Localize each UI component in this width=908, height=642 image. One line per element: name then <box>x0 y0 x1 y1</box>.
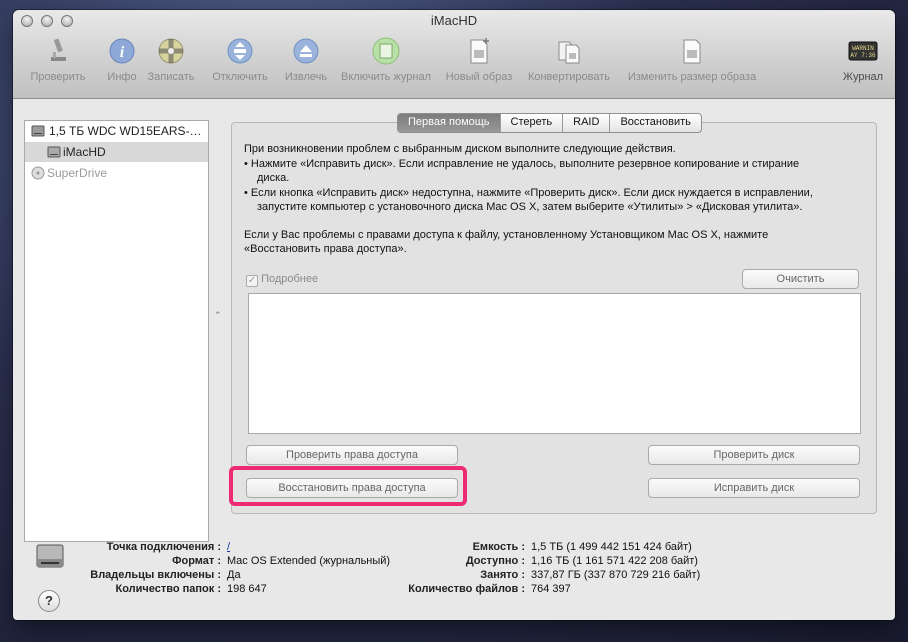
info-files-label: Количество файлов : <box>408 583 525 595</box>
toolbar-enable-journaling-button[interactable]: Включить журнал <box>338 36 434 88</box>
info-owners-label: Владельцы включены : <box>90 569 221 581</box>
permissions-hint-1: Если у Вас проблемы с правами доступа к … <box>244 229 769 241</box>
info-capacity-label: Емкость : <box>472 541 525 553</box>
clear-log-button[interactable]: Очистить <box>742 269 859 289</box>
toolbar-burn-button[interactable]: Записать <box>143 36 199 88</box>
window-title: iMacHD <box>430 13 478 28</box>
info-files-value: 764 397 <box>531 583 571 595</box>
log-output-area[interactable] <box>248 293 861 434</box>
svg-text:i: i <box>120 44 125 61</box>
info-mount-point-value[interactable]: / <box>227 540 230 554</box>
details-label: Подробнее <box>261 273 319 285</box>
volume-info-disk-icon <box>36 544 64 568</box>
journal-icon <box>372 37 400 65</box>
disk-utility-window: iMacHD Проверить i Инфо Записать Отключи… <box>13 10 895 620</box>
svg-text:AY 7:36: AY 7:36 <box>850 52 876 59</box>
toolbar-verify-button[interactable]: Проверить <box>27 36 89 88</box>
toolbar-convert-button[interactable]: Конвертировать <box>525 36 613 88</box>
sidebar-item-physical-disk[interactable]: 1,5 ТБ WDC WD15EARS-… <box>25 121 208 141</box>
volume-icon <box>47 146 61 158</box>
toolbar-area: iMacHD Проверить i Инфо Записать Отключи… <box>13 10 895 99</box>
first-aid-bullet-1b: диска. <box>257 172 290 184</box>
split-view-handle[interactable]: ⌃ <box>214 310 222 321</box>
info-capacity-value: 1,5 ТБ (1 499 442 151 424 байт) <box>531 541 692 553</box>
microscope-icon <box>51 38 66 61</box>
highlight-annotation <box>229 466 467 506</box>
unmount-icon <box>227 38 253 64</box>
optical-drive-icon <box>31 166 45 180</box>
info-format-value: Mac OS Extended (журнальный) <box>227 555 391 567</box>
first-aid-bullet-2b: запустите компьютер с установочного диск… <box>257 201 803 213</box>
disk-list-sidebar: 1,5 ТБ WDC WD15EARS-… iMacHD SuperDrive <box>24 120 209 542</box>
info-mount-point-label: Точка подключения : <box>106 541 221 553</box>
svg-text:WARNIN: WARNIN <box>852 45 874 52</box>
info-used-label: Занято : <box>480 569 525 581</box>
verify-permissions-button[interactable]: Проверить права доступа <box>246 445 458 465</box>
verify-disk-button[interactable]: Проверить диск <box>648 445 860 465</box>
info-used-value: 337,87 ГБ (337 870 729 216 байт) <box>531 569 701 581</box>
tab-restore[interactable]: Восстановить <box>609 114 700 132</box>
toolbar-info-button[interactable]: i Инфо <box>97 36 147 88</box>
log-console-icon: WARNIN AY 7:36 <box>848 41 878 61</box>
eject-icon <box>293 38 319 64</box>
first-aid-intro: При возникновении проблем с выбранным ди… <box>244 143 676 155</box>
info-icon: i <box>109 38 135 64</box>
info-owners-value: Да <box>227 569 241 581</box>
permissions-hint-2: «Восстановить права доступа». <box>244 243 407 255</box>
details-checkbox[interactable]: ✓ Подробнее <box>246 273 318 287</box>
hard-disk-icon <box>31 125 45 137</box>
tab-erase[interactable]: Стереть <box>499 114 563 132</box>
first-aid-bullet-2a: • Если кнопка «Исправить диск» недоступн… <box>244 187 813 199</box>
toolbar-unmount-button[interactable]: Отключить <box>209 36 271 88</box>
tab-bar: Первая помощь Стереть RAID Восстановить <box>397 113 702 133</box>
burn-disc-icon <box>158 38 184 64</box>
new-image-icon <box>470 38 489 64</box>
info-format-label: Формат : <box>172 555 221 567</box>
tab-first-aid[interactable]: Первая помощь <box>398 114 500 132</box>
convert-icon <box>558 41 580 64</box>
resize-image-icon <box>683 39 701 64</box>
checkmark-icon: ✓ <box>246 275 258 287</box>
first-aid-bullet-1a: • Нажмите «Исправить диск». Если исправл… <box>244 158 800 170</box>
repair-disk-button[interactable]: Исправить диск <box>648 478 860 498</box>
toolbar-new-image-button[interactable]: Новый образ <box>443 36 515 88</box>
toolbar-log-button[interactable]: WARNIN AY 7:36 Журнал <box>839 36 887 88</box>
toolbar-eject-button[interactable]: Извлечь <box>281 36 331 88</box>
sidebar-item-imachd[interactable]: iMacHD <box>25 142 208 162</box>
info-folders-value: 198 647 <box>227 583 267 595</box>
sidebar-item-superdrive[interactable]: SuperDrive <box>25 163 208 183</box>
info-available-value: 1,16 ТБ (1 161 571 422 208 байт) <box>531 555 698 567</box>
help-button[interactable]: ? <box>38 590 60 612</box>
toolbar-resize-image-button[interactable]: Изменить размер образа <box>623 36 761 88</box>
info-folders-label: Количество папок : <box>115 583 221 595</box>
tab-raid[interactable]: RAID <box>562 114 609 132</box>
info-available-label: Доступно : <box>465 555 525 567</box>
